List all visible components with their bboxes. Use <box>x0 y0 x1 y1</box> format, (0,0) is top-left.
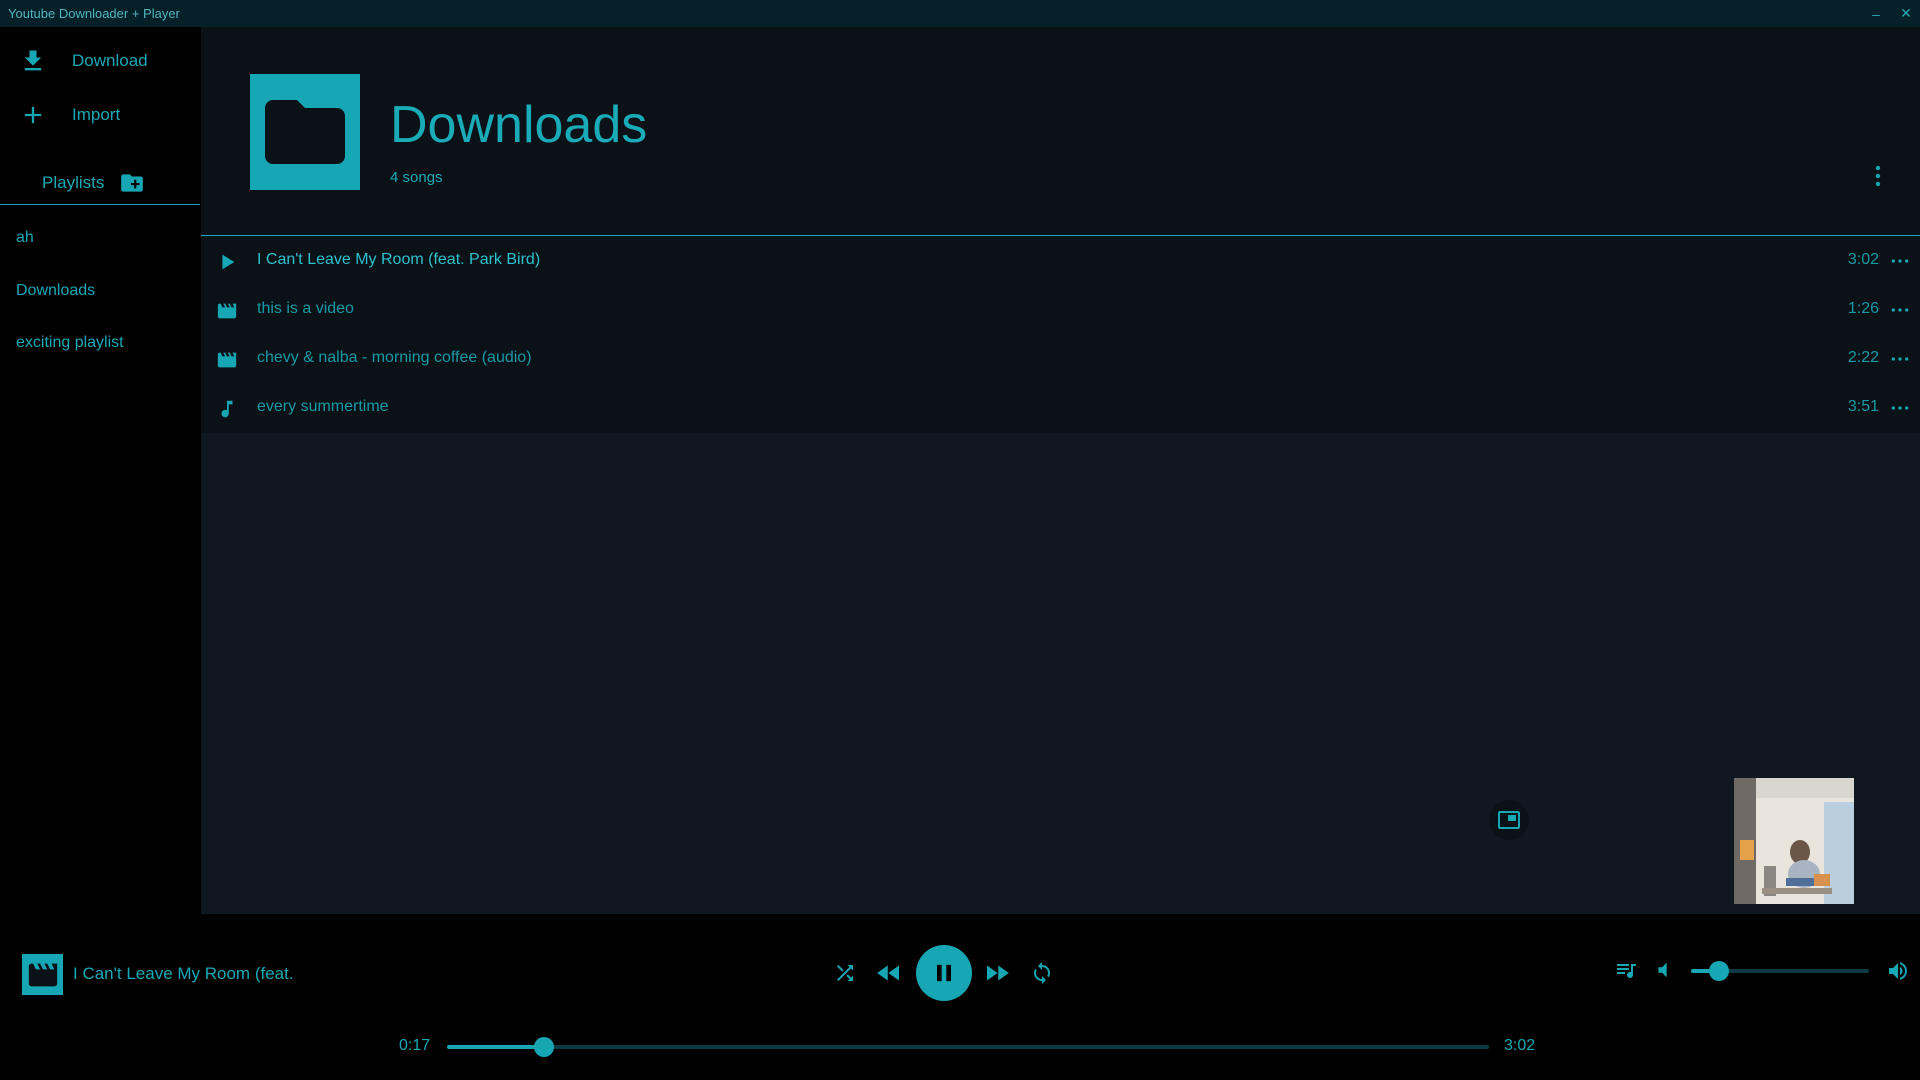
song-duration: 3:51 <box>1847 398 1879 415</box>
now-playing-title: I Can't Leave My Room (feat. <box>73 964 294 983</box>
more-horiz-icon[interactable] <box>1890 251 1910 271</box>
playlists-header-label: Playlists <box>42 173 105 192</box>
elapsed-time: 0:17 <box>399 1037 431 1054</box>
more-horiz-icon[interactable] <box>1890 398 1910 418</box>
sidebar-playlist-ah[interactable]: ah <box>0 218 200 258</box>
close-button[interactable]: ✕ <box>1898 5 1914 22</box>
playlist-cover <box>250 74 360 190</box>
more-vert-icon[interactable] <box>1866 162 1890 190</box>
song-title: I Can't Leave My Room (feat. Park Bird) <box>257 251 541 268</box>
picture-in-picture-button[interactable] <box>1489 800 1529 840</box>
playlists-header: Playlists <box>0 173 200 205</box>
minimize-button[interactable]: – <box>1868 6 1884 22</box>
more-horiz-icon[interactable] <box>1890 300 1910 320</box>
fast-forward-icon <box>987 965 1009 981</box>
song-duration: 1:26 <box>1847 300 1879 317</box>
more-horiz-icon[interactable] <box>1890 349 1910 369</box>
max-volume-button[interactable] <box>1885 958 1911 984</box>
main-panel: Downloads 4 songs I Can't Leave My Room … <box>201 27 1920 914</box>
song-row[interactable]: chevy & nalba - morning coffee (audio) 2… <box>201 335 1920 384</box>
music-note-icon <box>221 400 233 418</box>
mute-button[interactable] <box>1651 958 1675 982</box>
player-bar: I Can't Leave My Room (feat. 0:17 3:02 <box>0 914 1920 1080</box>
queue-music-icon <box>1617 964 1636 978</box>
app-window: Youtube Downloader + Player – ✕ Download… <box>0 0 1920 1080</box>
song-row[interactable]: I Can't Leave My Room (feat. Park Bird) … <box>201 237 1920 286</box>
video-thumbnail-illustration <box>1734 778 1854 904</box>
repeat-icon <box>1034 962 1050 984</box>
total-time: 3:02 <box>1504 1037 1536 1054</box>
song-title: this is a video <box>257 300 354 317</box>
seek-bar[interactable] <box>447 1037 1489 1057</box>
rewind-icon <box>877 965 899 981</box>
pause-icon <box>937 964 951 982</box>
folder-icon <box>265 100 345 164</box>
sidebar: Download Import Playlists ah Downloads e… <box>0 27 200 914</box>
movie-icon <box>217 303 237 319</box>
window-title: Youtube Downloader + Player <box>8 6 180 21</box>
plus-icon <box>24 106 42 124</box>
shuffle-icon <box>837 965 853 981</box>
sidebar-playlist-exciting-playlist[interactable]: exciting playlist <box>0 323 200 363</box>
volume-high-icon <box>1889 962 1907 980</box>
song-row[interactable]: every summertime 3:51 <box>201 384 1920 433</box>
rewind-button[interactable] <box>874 958 904 988</box>
queue-button[interactable] <box>1614 958 1638 982</box>
import-label: Import <box>72 105 121 124</box>
song-title: every summertime <box>257 398 389 415</box>
volume-low-icon <box>1658 962 1667 978</box>
window-controls: – ✕ <box>1868 0 1914 27</box>
download-icon <box>24 50 42 71</box>
movie-icon <box>28 963 57 986</box>
song-duration: 3:02 <box>1847 251 1879 268</box>
title-bar: Youtube Downloader + Player – ✕ <box>0 0 1920 27</box>
song-duration: 2:22 <box>1847 349 1879 366</box>
song-row[interactable]: this is a video 1:26 <box>201 286 1920 335</box>
now-playing-cover[interactable] <box>22 954 63 995</box>
movie-icon <box>217 352 237 368</box>
song-count: 4 songs <box>390 169 443 186</box>
pause-button[interactable] <box>916 945 972 1001</box>
play-icon[interactable] <box>216 251 238 273</box>
add-playlist-icon[interactable] <box>117 170 147 196</box>
volume-slider[interactable] <box>1691 961 1869 981</box>
seek-bar-handle[interactable] <box>533 1037 554 1057</box>
sidebar-playlist-downloads[interactable]: Downloads <box>0 271 200 311</box>
fast-forward-button[interactable] <box>982 958 1012 988</box>
song-title: chevy & nalba - morning coffee (audio) <box>257 349 532 366</box>
download-button[interactable]: Download <box>0 36 200 86</box>
song-list: I Can't Leave My Room (feat. Park Bird) … <box>201 237 1920 433</box>
volume-slider-handle[interactable] <box>1709 961 1730 981</box>
video-thumbnail[interactable] <box>1734 778 1854 904</box>
import-button[interactable]: Import <box>0 90 200 140</box>
playlist-header: Downloads 4 songs <box>201 27 1920 236</box>
page-title: Downloads <box>390 96 648 154</box>
shuffle-button[interactable] <box>832 960 858 986</box>
picture-in-picture-icon <box>1498 811 1520 829</box>
repeat-button[interactable] <box>1029 960 1055 986</box>
download-label: Download <box>72 51 148 70</box>
seek-bar-fill <box>447 1045 544 1049</box>
